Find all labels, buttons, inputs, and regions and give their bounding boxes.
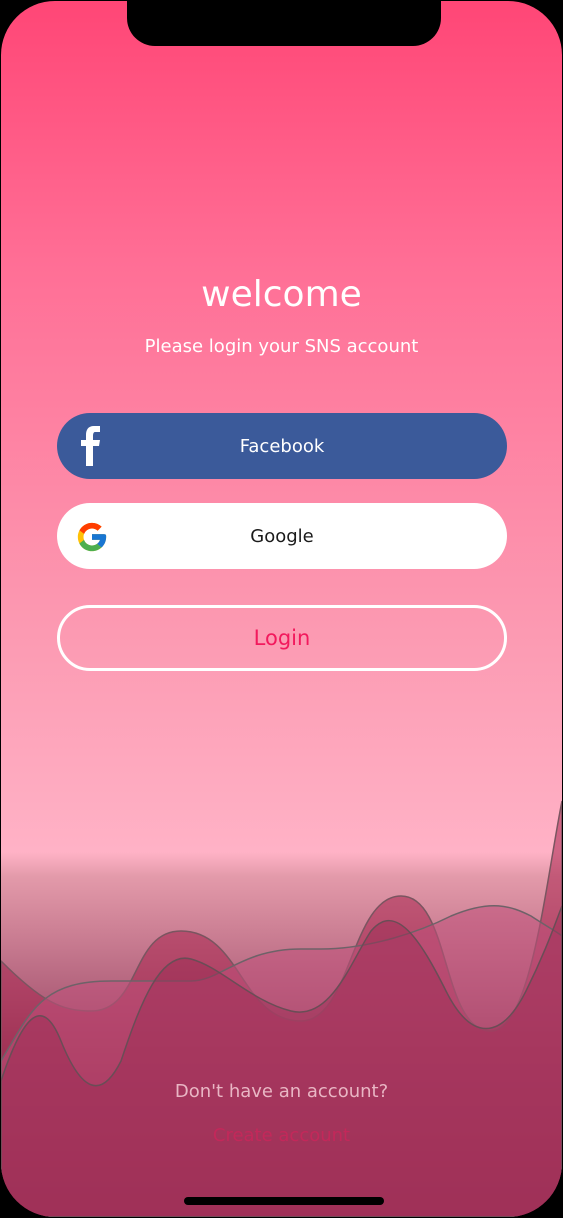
- facebook-login-button[interactable]: Facebook: [57, 413, 507, 479]
- login-screen: welcome Please login your SNS account Fa…: [1, 1, 562, 1217]
- google-button-label: Google: [250, 525, 314, 547]
- device-notch: [127, 1, 441, 46]
- google-login-button[interactable]: Google: [57, 503, 507, 569]
- page-title: welcome: [201, 274, 362, 315]
- signup-prompt: Don't have an account?: [174, 1081, 389, 1102]
- login-button-label: Login: [253, 626, 311, 650]
- facebook-button-label: Facebook: [239, 435, 325, 457]
- phone-frame: welcome Please login your SNS account Fa…: [0, 0, 563, 1218]
- create-account-link[interactable]: Create account: [1, 1124, 562, 1148]
- page-subtitle: Please login your SNS account: [144, 336, 419, 357]
- home-indicator[interactable]: [184, 1197, 384, 1205]
- login-button[interactable]: Login: [57, 605, 507, 671]
